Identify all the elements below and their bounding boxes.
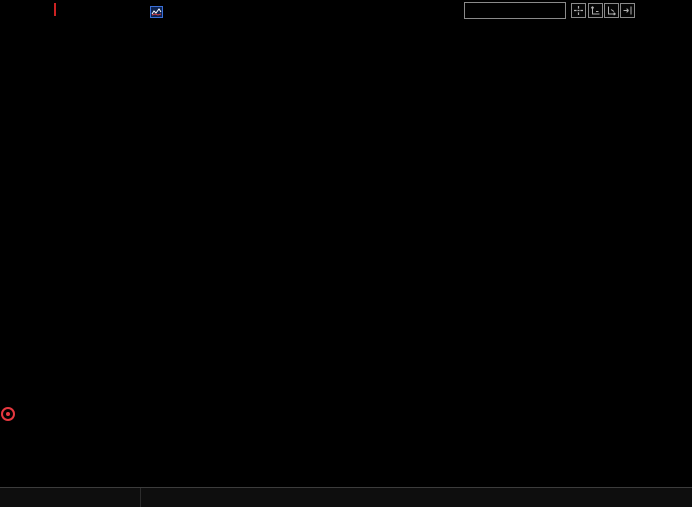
theme-dropdown[interactable] xyxy=(464,2,566,19)
axis-pan-icon xyxy=(606,5,617,16)
axis-pan-button[interactable] xyxy=(604,3,619,18)
chart-app xyxy=(0,0,692,507)
tab-daily[interactable] xyxy=(0,488,141,507)
macd-header xyxy=(64,308,88,322)
header-bar xyxy=(0,0,692,20)
axis-scale-icon xyxy=(590,5,601,16)
panel-divider-marker-icon[interactable] xyxy=(1,407,15,421)
edge-marker xyxy=(54,3,56,16)
crosshair-button[interactable] xyxy=(571,3,586,18)
rsi-header xyxy=(64,411,88,425)
mini-chart-icon xyxy=(150,4,163,24)
crosshair-icon xyxy=(573,5,584,16)
jump-latest-icon xyxy=(622,5,633,16)
bottom-bar xyxy=(0,487,692,507)
axis-scale-button[interactable] xyxy=(588,3,603,18)
jump-latest-button[interactable] xyxy=(620,3,635,18)
chart-canvas[interactable] xyxy=(0,0,692,507)
